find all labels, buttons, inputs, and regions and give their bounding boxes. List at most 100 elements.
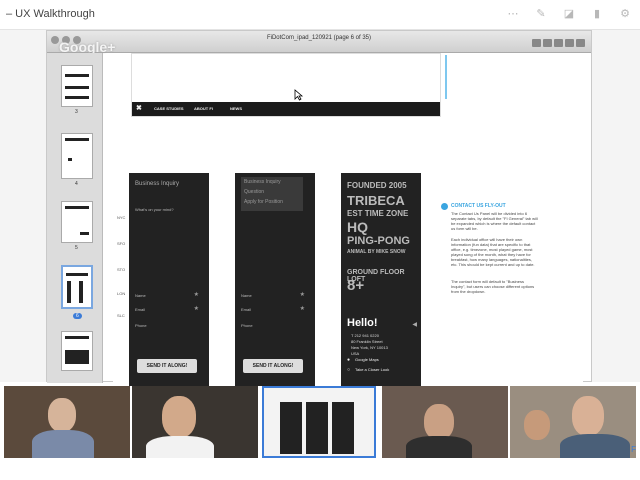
mini-phone-mockup [332,402,354,454]
mock-site-header: ✖ CASE STUDIES ABOUT FI NEWS [131,53,441,117]
pdf-viewer-window: Google+ FiDotCom_ipad_120921 (page 6 of … [46,30,592,401]
participant-body [146,436,214,458]
contact-form-dropdown-mockup: Business Inquiry Question Apply for Posi… [235,173,315,401]
pdf-thumbnail-sidebar[interactable]: 3 4 5 6 [47,53,103,383]
office-label[interactable]: STO [117,267,125,272]
google-maps-link[interactable]: Google Maps [355,357,379,362]
participant-body [32,430,94,458]
participant-face [162,396,196,438]
thumbnail-page-number: 5 [75,245,78,251]
annotation-number-icon [441,203,448,210]
country-text: USA [351,351,360,356]
email-field[interactable]: Email [241,307,251,312]
required-star-icon: ★ [299,292,305,298]
phone-field[interactable]: Phone [241,323,253,328]
street-text: 80 Franklin Street [351,339,383,344]
mock-nav-bar: ✖ CASE STUDIES ABOUT FI NEWS [132,102,440,116]
name-field[interactable]: Name [135,293,146,298]
contact-form-mockup: Business Inquiry What's on your mind? Na… [129,173,209,401]
page-thumbnail[interactable] [61,65,93,107]
signal-icon[interactable]: ▮ [590,7,604,21]
mock-nav-item: ABOUT FI [194,106,213,111]
inquiry-dropdown-open[interactable]: Business Inquiry Question Apply for Posi… [241,177,303,211]
hello-text: Hello! [347,317,378,329]
email-field[interactable]: Email [135,307,145,312]
hangout-title: – UX Walkthrough [6,8,95,20]
closer-look-link[interactable]: Take a Closer Look [355,367,389,372]
hq-text: HQ [347,219,368,235]
count-text: 8+ [347,277,365,294]
binoculars-icon: ○ [347,367,351,373]
timezone-text: EST TIME ZONE [347,209,409,218]
participant-screenshare-tile[interactable] [262,386,376,458]
dropdown-option[interactable]: Business Inquiry [241,177,303,187]
participant-face [524,410,550,440]
pdf-document-title: FiDotCom_ipad_120921 (page 6 of 35) [266,35,372,41]
page-thumbnail[interactable] [61,201,93,243]
page-thumbnail[interactable] [61,331,93,371]
participant-face [572,396,604,436]
phone-field[interactable]: Phone [135,323,147,328]
office-label[interactable]: SFO [117,241,125,246]
required-star-icon: ★ [193,306,199,312]
pingpong-text: PING-PONG [347,235,410,247]
fi-logo-icon: ✖ [136,105,142,112]
page-thumbnail[interactable] [61,133,93,179]
office-info-mockup: FOUNDED 2005 TRIBECA EST TIME ZONE HQ PI… [341,173,421,401]
participant-video-tile[interactable] [510,386,636,458]
dropdown-option[interactable]: Apply for Position [241,197,303,207]
participant-video-tile[interactable] [382,386,508,458]
accent-line [445,55,447,99]
participant-face [48,398,76,432]
participant-body [406,436,472,458]
participant-face [424,404,454,440]
send-button[interactable]: SEND IT ALONG! [243,359,303,373]
mini-phone-mockup [306,402,328,454]
callout-paragraph: The contact form will default to "Busine… [451,279,535,294]
participant-video-tile[interactable] [4,386,130,458]
pdf-page: ✖ CASE STUDIES ABOUT FI NEWS NYC SFO STO… [113,53,583,401]
office-labels: NYC SFO STO LON SLC [117,173,129,401]
mouse-cursor-icon [294,89,304,101]
mock-nav-item: CASE STUDIES [154,106,184,111]
mute-mic-icon[interactable]: ✎ [534,7,548,21]
topbar-controls: ⋯ ✎ ◪ ▮ ⚙ [506,7,632,21]
inquiry-dropdown[interactable]: Business Inquiry [135,181,179,187]
dropdown-option[interactable]: Question [241,187,303,197]
pdf-titlebar: Google+ FiDotCom_ipad_120921 (page 6 of … [47,31,591,55]
city-text: TRIBECA [347,193,405,208]
participant-filmstrip: F [0,386,640,460]
callout-paragraph: The Contact Us Panel will be divided int… [451,211,538,231]
chevron-left-icon[interactable]: ◀ [412,321,417,328]
callout-paragraph: Each individual office will have their o… [451,237,535,267]
participant-video-tile[interactable] [132,386,258,458]
camera-off-icon[interactable]: ◪ [562,7,576,21]
message-prompt[interactable]: What's on your mind? [135,207,174,212]
thumbnail-page-number-selected: 6 [73,313,82,319]
settings-icon[interactable]: ⚙ [618,7,632,21]
citystate-text: New York, NY 10013 [351,345,388,350]
founded-text: FOUNDED 2005 [347,181,407,190]
thumbnail-page-number: 4 [75,181,78,187]
office-label[interactable]: SLC [117,313,125,318]
office-label[interactable]: NYC [117,215,125,220]
map-pin-icon: ● [347,357,351,363]
hangout-topbar: – UX Walkthrough ⋯ ✎ ◪ ▮ ⚙ [0,0,640,30]
name-field[interactable]: Name [241,293,252,298]
mini-phone-mockup [280,402,302,454]
send-button[interactable]: SEND IT ALONG! [137,359,197,373]
callout-heading: CONTACT US FLY-OUT [451,203,506,209]
mock-nav-item: NEWS [230,106,242,111]
page-thumbnail-selected[interactable] [61,265,93,309]
snow-text: ANIMAL BY MIKE SNOW [347,249,406,255]
participant-body [560,434,630,458]
more-dots-icon[interactable]: ⋯ [506,7,520,21]
pdf-toolbar-icons[interactable] [532,39,585,47]
required-star-icon: ★ [299,306,305,312]
required-star-icon: ★ [193,292,199,298]
office-label[interactable]: LON [117,291,125,296]
phone-number-text: T 212 941 0220 [351,333,379,338]
main-video-stage: Google+ FiDotCom_ipad_120921 (page 6 of … [0,30,640,401]
footer-glyph[interactable]: F [631,445,636,454]
thumbnail-page-number: 3 [75,109,78,115]
